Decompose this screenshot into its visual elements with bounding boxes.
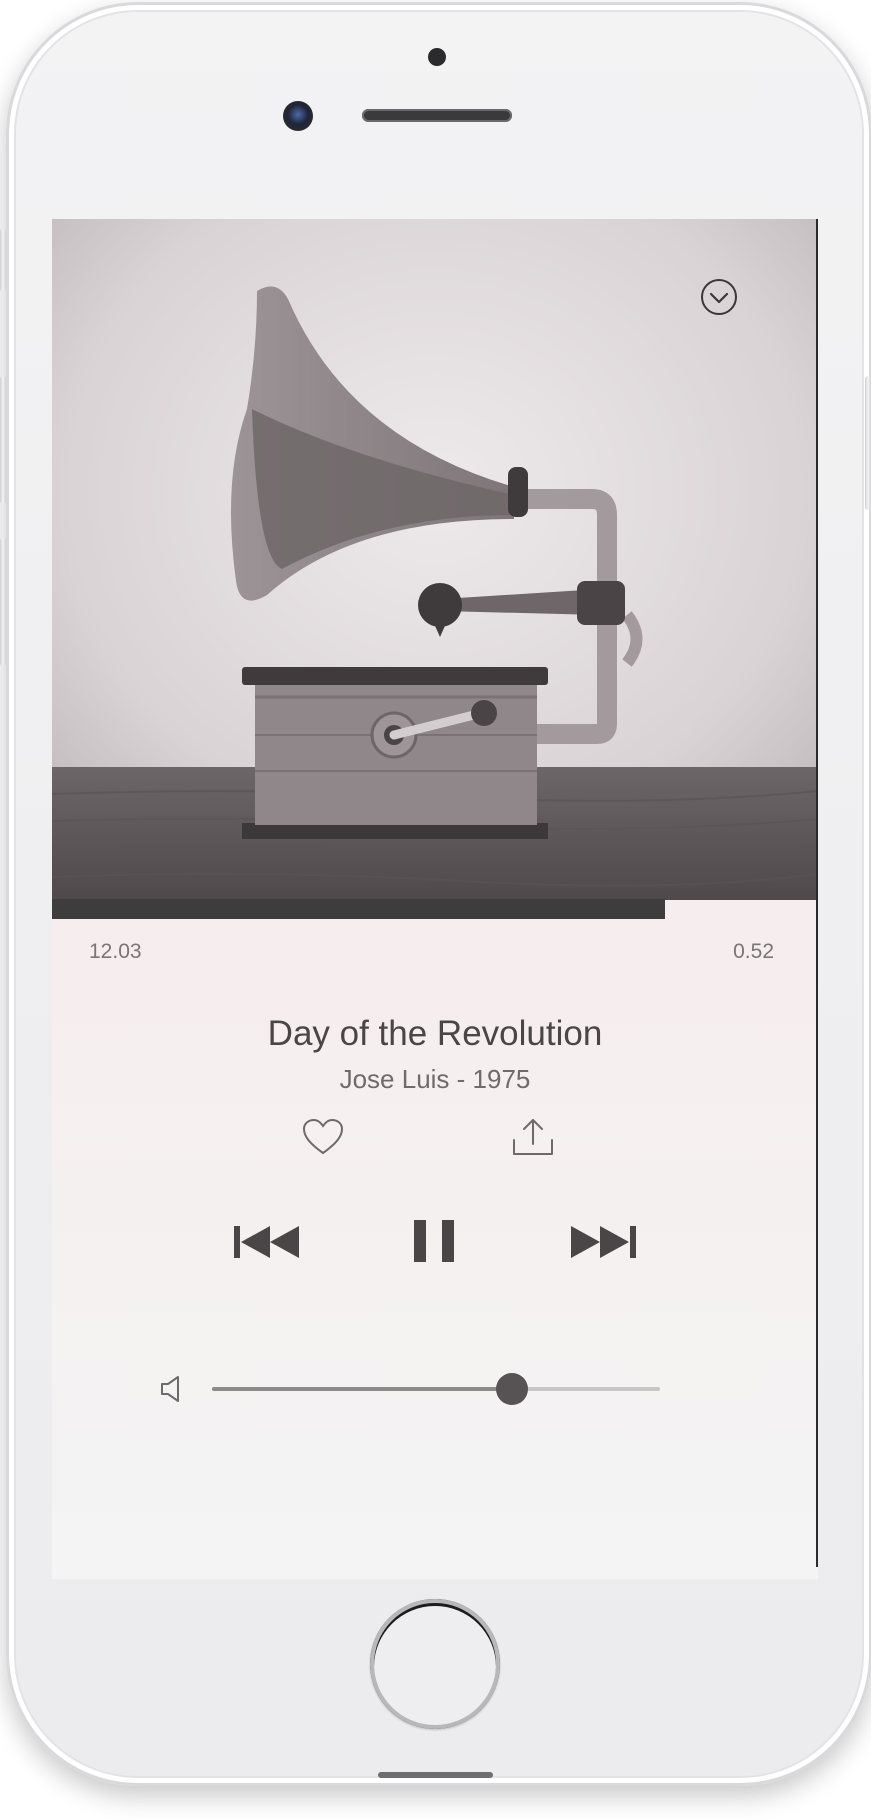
- previous-track-button[interactable]: [232, 1222, 302, 1262]
- volume-down-button[interactable]: [0, 538, 6, 666]
- next-track-button[interactable]: [568, 1222, 638, 1262]
- home-button[interactable]: [370, 1599, 500, 1729]
- track-title: Day of the Revolution: [267, 1014, 603, 1053]
- bottom-port: [378, 1772, 493, 1778]
- speaker-icon: [161, 1376, 179, 1402]
- track-artist-year: Jose Luis - 1975: [339, 1064, 531, 1094]
- earpiece-speaker: [362, 109, 512, 122]
- playback-progress-bar[interactable]: [52, 899, 818, 919]
- remaining-time: 0.52: [733, 940, 774, 963]
- pause-button[interactable]: [412, 1218, 456, 1264]
- chevron-down-circle-icon: [701, 279, 737, 315]
- front-sensor: [428, 48, 446, 66]
- album-artwork: [52, 219, 818, 900]
- heart-icon: [302, 1118, 344, 1155]
- elapsed-time: 12.03: [89, 940, 142, 963]
- share-button[interactable]: [511, 1116, 555, 1158]
- screen-edge: [816, 219, 818, 1567]
- skip-next-icon: [571, 1226, 636, 1258]
- skip-previous-icon: [234, 1226, 299, 1258]
- like-button[interactable]: [301, 1117, 345, 1157]
- volume-up-button[interactable]: [0, 376, 6, 504]
- music-player-screen: 12.03 0.52 Day of the Revolution Jose Lu…: [52, 219, 818, 1579]
- volume-slider[interactable]: [212, 1373, 660, 1405]
- collapse-button[interactable]: [700, 278, 738, 316]
- mute-switch[interactable]: [0, 228, 6, 292]
- power-button[interactable]: [865, 376, 871, 510]
- volume-slider-fill: [212, 1387, 513, 1391]
- front-camera: [283, 101, 313, 131]
- share-icon: [513, 1119, 553, 1155]
- pause-icon: [414, 1220, 454, 1262]
- volume-slider-thumb[interactable]: [496, 1373, 529, 1405]
- playback-progress-fill: [52, 899, 665, 919]
- device-frame: 12.03 0.52 Day of the Revolution Jose Lu…: [0, 0, 871, 1820]
